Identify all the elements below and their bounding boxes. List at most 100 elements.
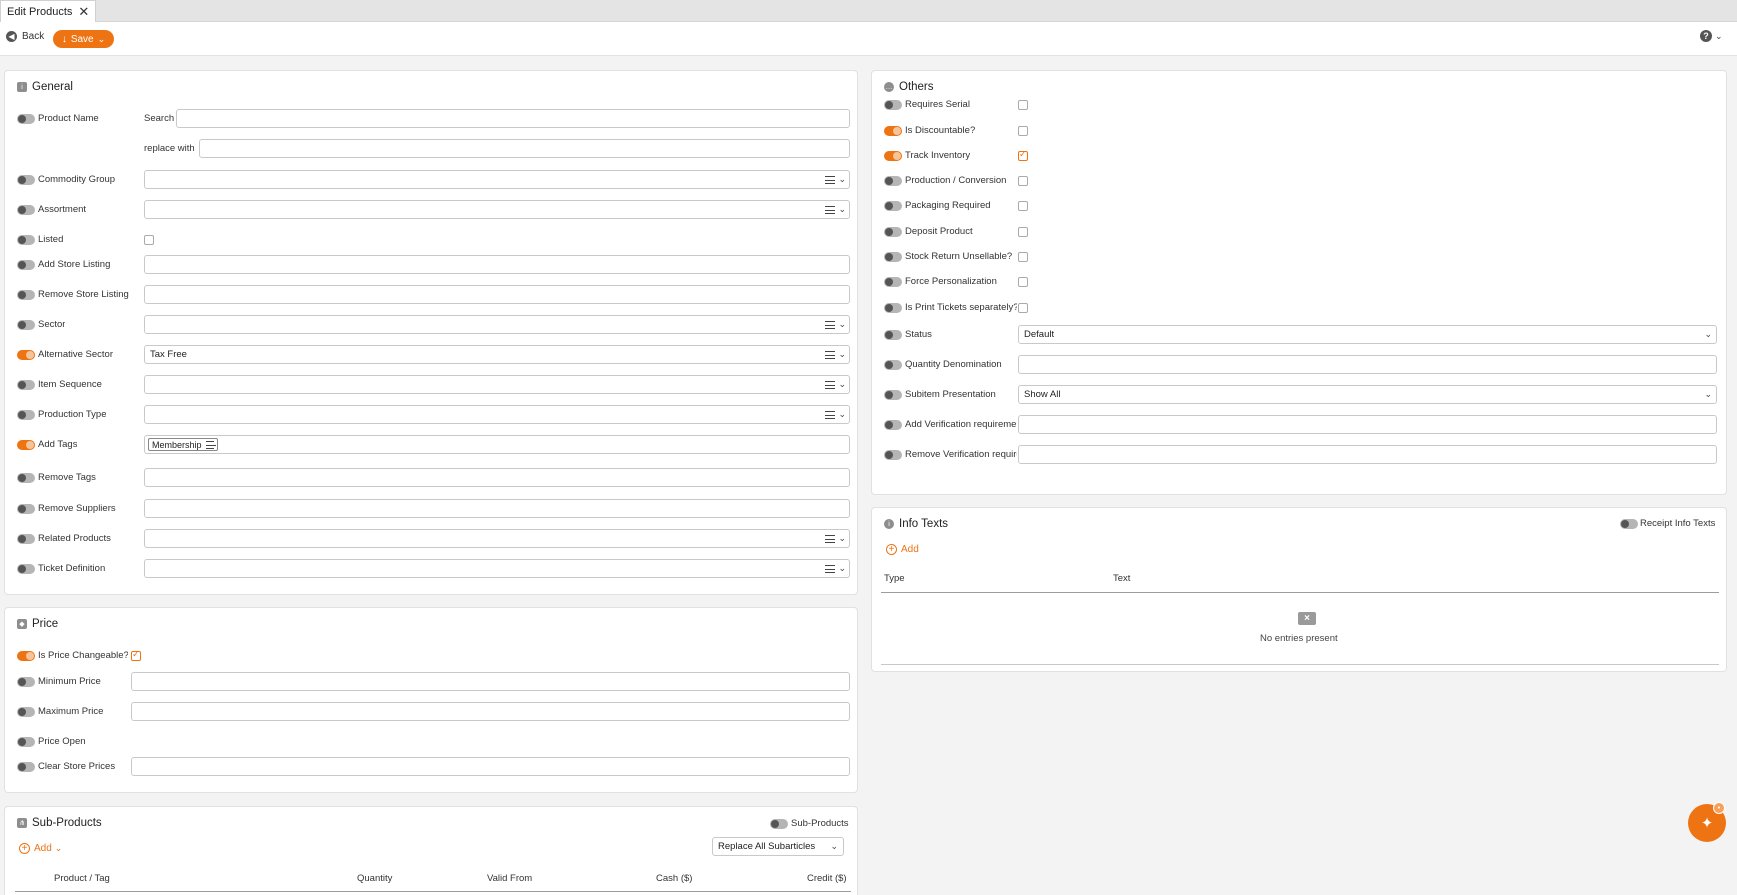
chevron-down-icon[interactable]: ⌄ bbox=[838, 174, 846, 185]
add-verification-requirements-input[interactable] bbox=[1018, 415, 1717, 434]
is-price-changeable-checkbox[interactable] bbox=[131, 649, 141, 661]
remove-store-listing-input[interactable] bbox=[144, 285, 850, 304]
general-panel: i General Product Name Search replace wi… bbox=[4, 70, 858, 595]
is-discountable-toggle[interactable] bbox=[884, 126, 902, 136]
arrow-left-icon: ◀ bbox=[6, 31, 17, 42]
packaging-required-checkbox[interactable] bbox=[1018, 201, 1028, 211]
list-icon[interactable] bbox=[825, 380, 836, 389]
remove-store-listing-toggle[interactable] bbox=[17, 290, 35, 300]
ticket-definition-select[interactable]: ⌄ bbox=[144, 559, 850, 578]
add-info-text-button[interactable]: + Add bbox=[886, 544, 919, 555]
commodity-group-select[interactable]: ⌄ bbox=[144, 170, 850, 189]
save-button[interactable]: ↓ Save ⌄ bbox=[53, 30, 114, 48]
others-panel: … Others Requires Serial Is Discountable?… bbox=[871, 70, 1727, 495]
price-open-toggle[interactable] bbox=[17, 737, 35, 747]
list-icon[interactable] bbox=[825, 175, 836, 184]
quantity-denomination-input[interactable] bbox=[1018, 355, 1717, 374]
deposit-product-toggle[interactable] bbox=[884, 227, 902, 237]
subproducts-toggle[interactable] bbox=[770, 819, 788, 829]
remove-tags-input[interactable] bbox=[144, 468, 850, 487]
chevron-down-icon[interactable]: ⌄ bbox=[838, 379, 846, 390]
product-name-search-input[interactable] bbox=[176, 109, 850, 128]
force-personalization-checkbox[interactable] bbox=[1018, 277, 1028, 287]
status-toggle[interactable] bbox=[884, 330, 902, 340]
subitem-presentation-toggle[interactable] bbox=[884, 390, 902, 400]
list-icon[interactable] bbox=[825, 534, 836, 543]
add-subproduct-button[interactable]: + Add ⌄ bbox=[19, 843, 62, 854]
list-icon[interactable] bbox=[825, 320, 836, 329]
track-inventory-toggle[interactable] bbox=[884, 151, 902, 161]
deposit-product-checkbox[interactable] bbox=[1018, 227, 1028, 237]
remove-verification-requirements-input[interactable] bbox=[1018, 445, 1717, 464]
production-conversion-checkbox[interactable] bbox=[1018, 176, 1028, 186]
menu-icon[interactable] bbox=[205, 440, 216, 449]
clear-store-prices-toggle[interactable] bbox=[17, 762, 35, 772]
chevron-down-icon[interactable]: ⌄ bbox=[838, 349, 846, 360]
add-store-listing-toggle[interactable] bbox=[17, 260, 35, 270]
list-icon[interactable] bbox=[825, 564, 836, 573]
add-tags-toggle[interactable] bbox=[17, 440, 35, 450]
assortment-toggle[interactable] bbox=[17, 205, 35, 215]
maximum-price-input[interactable] bbox=[131, 702, 850, 721]
list-icon[interactable] bbox=[825, 350, 836, 359]
product-name-replace-input[interactable] bbox=[199, 139, 850, 158]
clear-store-prices-input[interactable] bbox=[131, 757, 850, 776]
list-icon[interactable] bbox=[825, 410, 836, 419]
quantity-denomination-toggle[interactable] bbox=[884, 360, 902, 370]
sector-toggle[interactable] bbox=[17, 320, 35, 330]
close-icon[interactable]: ✕ bbox=[78, 4, 89, 20]
remove-suppliers-input[interactable] bbox=[144, 499, 850, 518]
add-store-listing-input[interactable] bbox=[144, 255, 850, 274]
select-controls: ⌄ bbox=[825, 379, 846, 390]
minimum-price-toggle[interactable] bbox=[17, 677, 35, 687]
alternative-sector-select[interactable]: Tax Free ⌄ bbox=[144, 345, 850, 364]
ticket-definition-toggle[interactable] bbox=[17, 564, 35, 574]
stock-return-unsellable-checkbox[interactable] bbox=[1018, 252, 1028, 262]
back-button[interactable]: ◀ Back bbox=[6, 31, 44, 42]
chevron-down-icon[interactable]: ⌄ bbox=[838, 319, 846, 330]
tag-chip[interactable]: Membership bbox=[148, 438, 218, 451]
is-print-tickets-separately-toggle[interactable] bbox=[884, 303, 902, 313]
help-menu-button[interactable]: ? ⌄ bbox=[1700, 30, 1723, 42]
minimum-price-input[interactable] bbox=[131, 672, 850, 691]
requires-serial-toggle[interactable] bbox=[884, 100, 902, 110]
tab-edit-products[interactable]: Edit Products ✕ bbox=[0, 0, 96, 22]
assortment-select[interactable]: ⌄ bbox=[144, 200, 850, 219]
list-icon[interactable] bbox=[825, 205, 836, 214]
related-products-toggle[interactable] bbox=[17, 534, 35, 544]
remove-verification-requirements-toggle[interactable] bbox=[884, 450, 902, 460]
chevron-down-icon[interactable]: ⌄ bbox=[838, 409, 846, 420]
is-print-tickets-separately-checkbox[interactable] bbox=[1018, 303, 1028, 313]
production-type-toggle[interactable] bbox=[17, 410, 35, 420]
force-personalization-toggle[interactable] bbox=[884, 277, 902, 287]
commodity-group-toggle[interactable] bbox=[17, 175, 35, 185]
status-select[interactable]: Default ⌄ bbox=[1018, 325, 1717, 344]
receipt-info-texts-toggle[interactable] bbox=[1620, 519, 1638, 529]
maximum-price-toggle[interactable] bbox=[17, 707, 35, 717]
sector-select[interactable]: ⌄ bbox=[144, 315, 850, 334]
is-price-changeable-toggle[interactable] bbox=[17, 651, 35, 661]
is-discountable-checkbox[interactable] bbox=[1018, 126, 1028, 136]
item-sequence-select[interactable]: ⌄ bbox=[144, 375, 850, 394]
requires-serial-checkbox[interactable] bbox=[1018, 100, 1028, 110]
chevron-down-icon[interactable]: ⌄ bbox=[838, 563, 846, 574]
production-conversion-toggle[interactable] bbox=[884, 176, 902, 186]
listed-checkbox[interactable] bbox=[144, 235, 154, 245]
track-inventory-checkbox[interactable] bbox=[1018, 149, 1028, 161]
item-sequence-toggle[interactable] bbox=[17, 380, 35, 390]
alternative-sector-toggle[interactable] bbox=[17, 350, 35, 360]
chevron-down-icon[interactable]: ⌄ bbox=[838, 204, 846, 215]
remove-tags-toggle[interactable] bbox=[17, 473, 35, 483]
chevron-down-icon[interactable]: ⌄ bbox=[838, 533, 846, 544]
packaging-required-toggle[interactable] bbox=[884, 201, 902, 211]
remove-suppliers-toggle[interactable] bbox=[17, 504, 35, 514]
replace-subarticles-select[interactable]: Replace All Subarticles ⌄ bbox=[712, 837, 844, 856]
product-name-toggle[interactable] bbox=[17, 114, 35, 124]
add-verification-requirements-toggle[interactable] bbox=[884, 420, 902, 430]
listed-toggle[interactable] bbox=[17, 235, 35, 245]
related-products-select[interactable]: ⌄ bbox=[144, 529, 850, 548]
subitem-presentation-select[interactable]: Show All ⌄ bbox=[1018, 385, 1717, 404]
stock-return-unsellable-toggle[interactable] bbox=[884, 252, 902, 262]
production-type-select[interactable]: ⌄ bbox=[144, 405, 850, 424]
add-tags-select[interactable]: Membership bbox=[144, 435, 850, 454]
